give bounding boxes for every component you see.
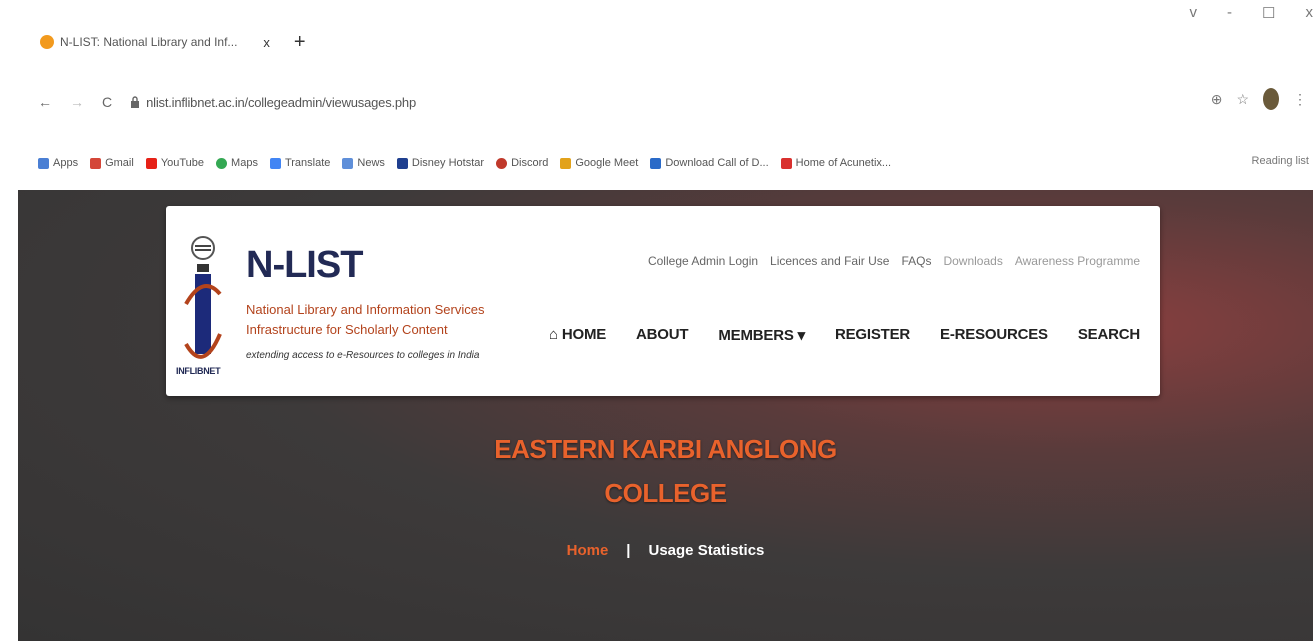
college-name-line2: COLLEGE [604, 478, 727, 508]
bookmark-label: Apps [53, 157, 79, 169]
bookmark-youtube[interactable]: YouTube [145, 157, 205, 169]
bookmark-label: Home of Acunetix... [795, 157, 892, 169]
nav-members[interactable]: MEMBERS ▾ [718, 326, 805, 344]
bookmark-label: Download Call of D... [665, 157, 769, 169]
browser-tab-bar: N-LIST: National Library and Inf... x + … [0, 0, 1313, 82]
nav-search[interactable]: SEARCH [1078, 326, 1140, 344]
bookmark-acunetix[interactable]: Home of Acunetix... [780, 157, 892, 169]
lock-icon [131, 96, 140, 108]
bookmark-label: News [357, 157, 385, 169]
news-icon [342, 157, 354, 169]
nav-e-resources[interactable]: E-RESOURCES [940, 326, 1048, 344]
inflibnet-label: INFLIBNET [176, 366, 221, 376]
bookmark-gmail[interactable]: Gmail [90, 157, 134, 169]
profile-avatar[interactable] [1263, 88, 1279, 110]
zoom-icon[interactable]: ⊕ [1211, 91, 1223, 108]
translate-icon [269, 157, 281, 169]
home-icon: ⌂ [549, 326, 562, 343]
breadcrumb-separator: | [626, 542, 631, 559]
download-icon [650, 157, 662, 169]
url-text: nlist.inflibnet.ac.in/collegeadmin/viewu… [146, 94, 416, 110]
bookmark-label: Google Meet [575, 157, 639, 169]
link-licences-fair-use[interactable]: Licences and Fair Use [770, 254, 889, 268]
nav-home[interactable]: ⌂ HOME [549, 326, 606, 344]
nav-register[interactable]: REGISTER [835, 326, 910, 344]
breadcrumb-current: Usage Statistics [648, 542, 765, 559]
site-logo-title[interactable]: N-LIST [246, 244, 363, 287]
close-window-button[interactable]: x [1306, 4, 1313, 22]
college-name-line1: EASTERN KARBI ANGLONG [494, 434, 837, 464]
apps-grid-icon [38, 157, 49, 169]
bookmark-label: Disney Hotstar [411, 157, 485, 169]
google-meet-icon [560, 157, 572, 169]
window-controls: v - ☐ x [1190, 4, 1313, 22]
link-college-admin-login[interactable]: College Admin Login [648, 254, 758, 268]
top-links: College Admin Login Licences and Fair Us… [648, 254, 1140, 268]
bookmark-google-meet[interactable]: Google Meet [560, 157, 638, 169]
acunetix-icon [780, 157, 792, 169]
bookmark-label: Discord [511, 157, 549, 169]
breadcrumb: Home | Usage Statistics [18, 542, 1313, 559]
bookmark-translate[interactable]: Translate [269, 157, 331, 169]
bookmark-star-icon[interactable]: ☆ [1236, 91, 1249, 108]
tab-search-icon[interactable]: v [1190, 4, 1198, 22]
tab-close-icon[interactable]: x [263, 35, 270, 50]
logo-tagline: extending access to e-Resources to colle… [246, 350, 480, 361]
nav-about[interactable]: ABOUT [636, 326, 689, 344]
link-awareness-programme[interactable]: Awareness Programme [1015, 254, 1140, 268]
bookmarks-bar: Apps Gmail YouTube Maps Translate News D… [0, 150, 1313, 176]
bookmark-news[interactable]: News [342, 157, 385, 169]
logo-subtitle-line1: National Library and Information Service… [246, 302, 485, 317]
reading-list-button[interactable]: Reading list [1252, 155, 1309, 167]
bookmark-disney-hotstar[interactable]: Disney Hotstar [396, 157, 485, 169]
bookmark-maps[interactable]: Maps [216, 157, 258, 169]
tab-title: N-LIST: National Library and Inf... [60, 35, 238, 49]
site-favicon-icon [40, 35, 54, 49]
page-hero: INFLIBNET N-LIST National Library and In… [18, 190, 1313, 641]
link-downloads[interactable]: Downloads [943, 254, 1002, 268]
main-nav: ⌂ HOME ABOUT MEMBERS ▾ REGISTER E-RESOUR… [549, 326, 1140, 344]
bookmark-label: Translate [284, 157, 331, 169]
bookmark-label: Gmail [105, 157, 134, 169]
minimize-button[interactable]: - [1227, 4, 1232, 22]
bookmark-discord[interactable]: Discord [496, 157, 548, 169]
nav-home-label: HOME [561, 326, 607, 343]
browser-menu-icon[interactable]: ⋮ [1293, 91, 1307, 108]
bookmark-label: YouTube [160, 157, 205, 169]
gmail-icon [90, 157, 102, 169]
bookmark-label: Maps [231, 157, 258, 169]
site-header: INFLIBNET N-LIST National Library and In… [166, 206, 1160, 396]
new-tab-button[interactable]: + [294, 31, 306, 54]
address-bar-actions: ⊕ ☆ ⋮ [1211, 88, 1307, 110]
back-button[interactable]: ← [38, 94, 52, 110]
address-bar: ← → C nlist.inflibnet.ac.in/collegeadmin… [0, 82, 1313, 122]
maps-pin-icon [216, 157, 228, 169]
reload-button[interactable]: C [102, 94, 112, 110]
hotstar-icon [396, 157, 408, 169]
breadcrumb-home[interactable]: Home [567, 542, 609, 559]
maximize-button[interactable]: ☐ [1262, 4, 1275, 22]
forward-button[interactable]: → [70, 94, 84, 110]
browser-tab[interactable]: N-LIST: National Library and Inf... x + [40, 28, 306, 56]
bookmark-apps[interactable]: Apps [38, 157, 78, 169]
discord-icon [496, 157, 508, 169]
youtube-icon [145, 157, 157, 169]
bookmark-download-cod[interactable]: Download Call of D... [650, 157, 769, 169]
inflibnet-emblem-icon [184, 236, 222, 359]
link-faqs[interactable]: FAQs [901, 254, 931, 268]
url-field[interactable]: nlist.inflibnet.ac.in/collegeadmin/viewu… [130, 95, 416, 110]
logo-subtitle-line2: Infrastructure for Scholarly Content [246, 322, 448, 337]
reading-list-label: Reading list [1251, 155, 1309, 167]
